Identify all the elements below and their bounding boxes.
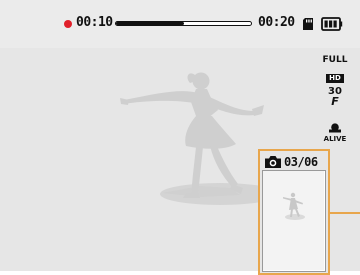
status-bar: 00:10 00:20 xyxy=(0,0,360,48)
resolution-full-label: FULL xyxy=(322,55,348,65)
snapshot-count: 03/06 xyxy=(284,155,318,169)
current-time: 00:10 xyxy=(76,15,113,30)
battery-icon xyxy=(321,16,343,35)
frame-rate-indicator: 30 F xyxy=(315,87,355,108)
alive-mode-indicator: ALIVE xyxy=(315,118,355,143)
snapshot-thumbnail[interactable] xyxy=(262,170,326,272)
frame-rate-glyph: F xyxy=(331,95,339,108)
memory-card-icon xyxy=(302,16,316,35)
alive-mode-icon xyxy=(329,123,341,133)
camera-screen: 00:10 00:20 FULL HD 30 F ALIVE 03/06 xyxy=(0,0,360,275)
resolution-hd-label: HD xyxy=(326,74,344,83)
recording-progress-fill xyxy=(116,22,184,25)
recording-progress-bar xyxy=(115,21,252,26)
alive-mode-label: ALIVE xyxy=(323,135,347,143)
recording-timeline: 00:10 00:20 xyxy=(0,14,360,34)
resolution-indicator: FULL HD xyxy=(315,56,355,84)
total-time: 00:20 xyxy=(258,15,295,30)
callout-line xyxy=(330,212,360,214)
thumbnail-image xyxy=(263,171,324,270)
record-indicator-icon xyxy=(64,20,72,28)
